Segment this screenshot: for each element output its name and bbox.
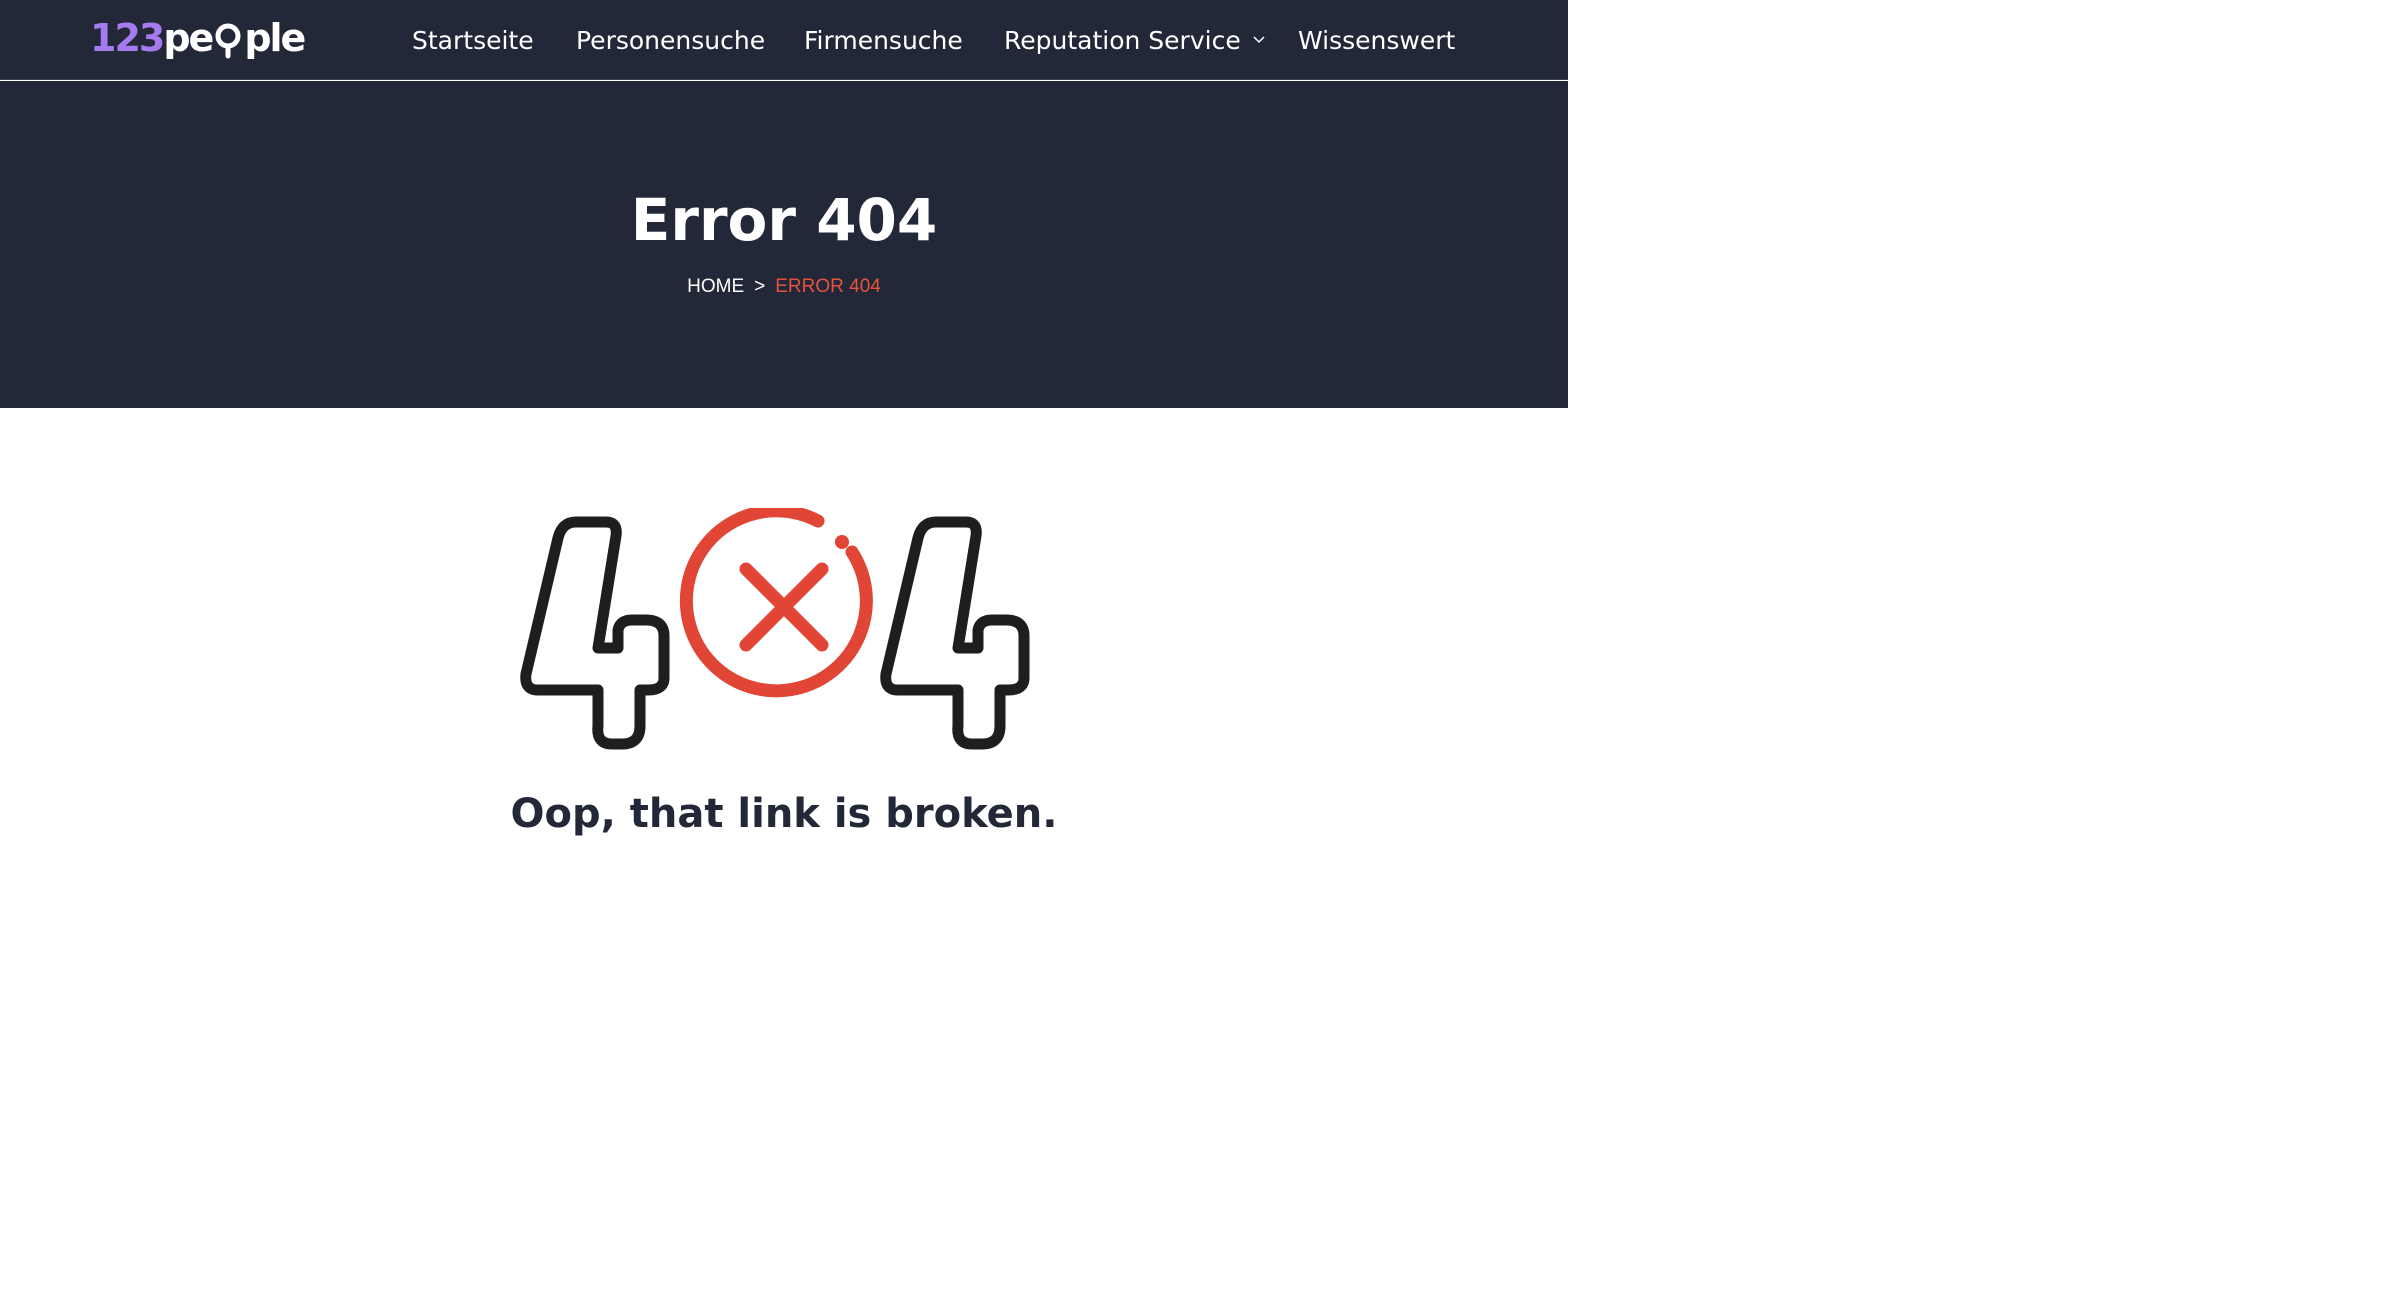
nav-label: Reputation Service xyxy=(1004,25,1241,55)
nav-startseite[interactable]: Startseite xyxy=(412,0,534,80)
circle-x-icon xyxy=(679,508,873,698)
nav-reputation-service[interactable]: Reputation Service xyxy=(1004,0,1265,80)
nav-label: Personensuche xyxy=(576,25,766,55)
digit-four-left-icon xyxy=(520,516,670,750)
nav-label: Wissenswert xyxy=(1298,25,1456,55)
breadcrumb-separator: > xyxy=(754,276,766,297)
logo-number: 123 xyxy=(90,16,165,60)
error-404-illustration xyxy=(520,508,1030,750)
nav-label: Firmensuche xyxy=(804,25,963,55)
page-hero: Error 404 HOME > ERROR 404 xyxy=(0,81,1568,408)
error-message: Oop, that link is broken. xyxy=(510,791,1058,837)
chevron-down-icon xyxy=(1253,36,1265,44)
nav-wissenswert[interactable]: Wissenswert xyxy=(1298,0,1455,80)
site-logo[interactable]: 123 pe ple xyxy=(90,12,306,64)
logo-word-suffix: ple xyxy=(244,16,306,60)
nav-personensuche[interactable]: Personensuche xyxy=(576,0,765,80)
page-title: Error 404 xyxy=(630,186,938,254)
top-navigation-bar: 123 pe ple Startseite Personensuche Firm… xyxy=(0,0,1568,80)
magnifier-icon xyxy=(212,16,244,61)
nav-firmensuche[interactable]: Firmensuche xyxy=(804,0,963,80)
nav-label: Startseite xyxy=(412,25,534,55)
digit-four-right-icon xyxy=(880,516,1030,750)
logo-word-prefix: pe xyxy=(163,16,214,60)
breadcrumb-home-link[interactable]: HOME xyxy=(687,276,744,297)
breadcrumb-current: ERROR 404 xyxy=(775,276,881,297)
breadcrumb: HOME > ERROR 404 xyxy=(0,275,1568,299)
